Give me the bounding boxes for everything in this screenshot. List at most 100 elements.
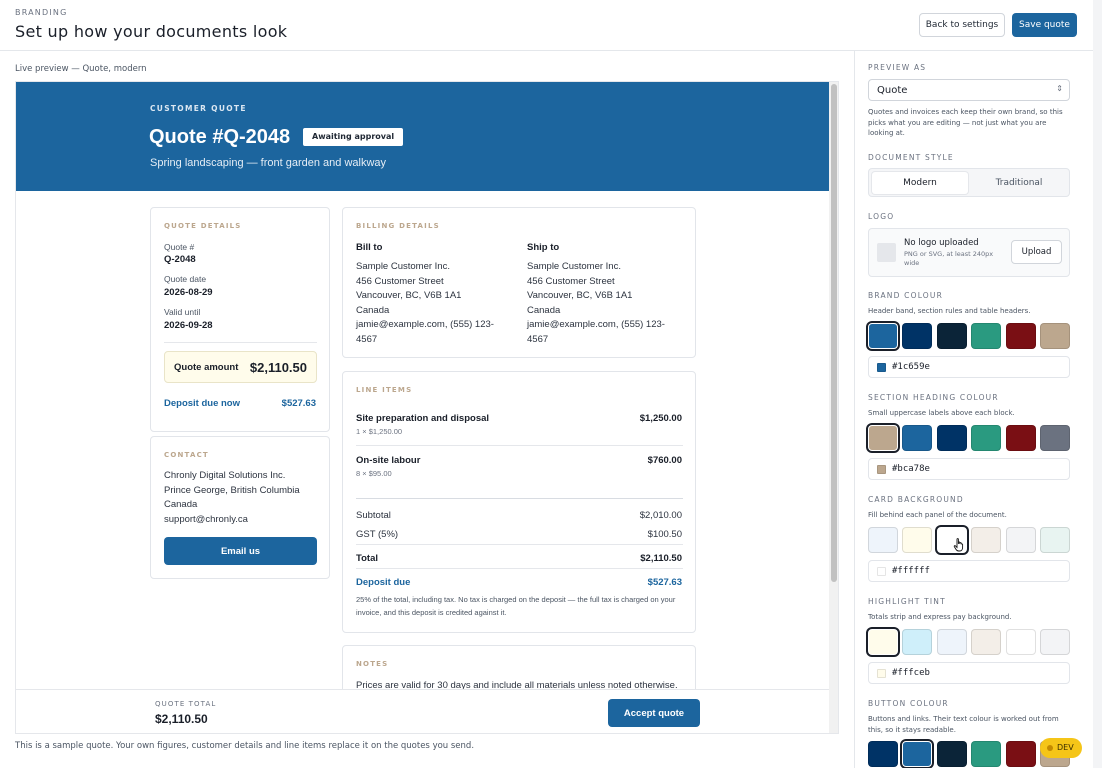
line-item-amount: $760.00 <box>647 455 682 466</box>
preview-as-heading: PREVIEW AS <box>868 63 927 72</box>
total-value: $2,110.50 <box>640 553 682 564</box>
logo-upload-box: No logo uploaded PNG or SVG, at least 24… <box>868 228 1070 277</box>
logo-status: No logo uploaded <box>904 238 979 248</box>
colour-swatch[interactable] <box>902 527 933 553</box>
settings-panel: PREVIEW AS Quote ⇕ Quotes and invoices e… <box>854 51 1093 768</box>
valid-until-value: 2026-09-28 <box>164 320 213 331</box>
card-background-hex-field[interactable]: #ffffff <box>868 560 1070 582</box>
total-label: Total <box>356 553 378 564</box>
quote-details-card: QUOTE DETAILS Quote # Q-2048 Quote date … <box>150 207 330 432</box>
colour-swatch[interactable] <box>1040 425 1070 451</box>
section-heading: BILLING DETAILS <box>356 222 440 230</box>
colour-chip <box>877 567 886 576</box>
colour-swatch[interactable] <box>971 741 1002 767</box>
colour-swatch[interactable] <box>1005 527 1036 553</box>
page-scrollbar[interactable] <box>1093 0 1102 768</box>
button-colour-help: Buttons and links. Their text colour is … <box>868 715 1059 734</box>
quote-number-value: Q-2048 <box>164 254 196 265</box>
preview-scrollbar-thumb[interactable] <box>831 84 837 582</box>
colour-swatch[interactable] <box>868 527 898 553</box>
colour-swatch[interactable] <box>936 629 967 655</box>
ship-to-line: 4567 <box>527 333 549 345</box>
line-item-detail: 1 × $1,250.00 <box>356 427 403 436</box>
colour-swatch[interactable] <box>1005 629 1036 655</box>
colour-swatch[interactable] <box>868 425 898 451</box>
preview-as-select[interactable]: Quote ⇕ <box>868 79 1070 101</box>
deposit-due-now-label: Deposit due now <box>164 398 240 409</box>
colour-swatch[interactable] <box>971 425 1002 451</box>
colour-swatch[interactable] <box>971 629 1002 655</box>
colour-swatch[interactable] <box>971 323 1002 349</box>
quote-document: CUSTOMER QUOTE Quote #Q-2048 Awaiting ap… <box>16 82 829 733</box>
dev-badge-label: DEV <box>1057 743 1074 752</box>
style-option-traditional[interactable]: Traditional <box>971 172 1067 194</box>
ship-to-line: jamie@example.com, (555) 123- <box>527 319 665 330</box>
accept-quote-button[interactable]: Accept quote <box>608 699 700 727</box>
breadcrumb: BRANDING <box>15 8 68 17</box>
colour-swatch[interactable] <box>868 629 898 655</box>
divider <box>356 544 683 545</box>
dev-badge[interactable]: DEV <box>1040 738 1082 758</box>
brand-colour-help: Header band, section rules and table hea… <box>868 307 1031 315</box>
document-kicker: CUSTOMER QUOTE <box>150 104 247 113</box>
colour-swatch[interactable] <box>1005 323 1036 349</box>
highlight-tint-hex-field[interactable]: #fffceb <box>868 662 1070 684</box>
colour-swatch[interactable] <box>1040 323 1070 349</box>
colour-swatch[interactable] <box>936 323 967 349</box>
quote-number-label: Quote # <box>164 242 195 252</box>
quote-amount-value: $2,110.50 <box>249 360 307 375</box>
quote-date-label: Quote date <box>164 274 207 284</box>
line-item-name: Site preparation and disposal <box>356 413 490 424</box>
email-us-button[interactable]: Email us <box>164 537 317 565</box>
ship-to-line: Canada <box>527 304 561 316</box>
bill-to-label: Bill to <box>356 242 383 253</box>
ship-to-line: Vancouver, BC, V6B 1A1 <box>527 290 633 301</box>
colour-chip <box>877 465 886 474</box>
contact-region: Prince George, British Columbia <box>164 484 300 496</box>
dev-dot-icon <box>1047 745 1053 751</box>
brand-colour-hex-field[interactable]: #1c659e <box>868 356 1070 378</box>
colour-swatch[interactable] <box>902 323 933 349</box>
colour-swatch[interactable] <box>1040 527 1070 553</box>
section-heading: NOTES <box>356 660 389 668</box>
colour-swatch[interactable] <box>936 425 967 451</box>
line-item-detail: 8 × $95.00 <box>356 469 392 478</box>
colour-swatch[interactable] <box>868 323 898 349</box>
colour-swatch[interactable] <box>902 629 933 655</box>
contact-country: Canada <box>164 499 198 510</box>
subtotal-label: Subtotal <box>356 510 391 521</box>
bill-to-line: jamie@example.com, (555) 123- <box>356 319 494 330</box>
section-heading: QUOTE DETAILS <box>164 222 242 230</box>
hex-value: #bca78e <box>892 464 930 474</box>
quote-total-bar: QUOTE TOTAL $2,110.50 Accept quote <box>16 689 829 733</box>
tax-label: GST (5%) <box>356 529 399 540</box>
ship-to-line: Sample Customer Inc. <box>527 261 621 272</box>
colour-swatch[interactable] <box>1005 425 1036 451</box>
colour-swatch[interactable] <box>902 741 933 767</box>
ship-to-line: 456 Customer Street <box>527 275 615 287</box>
divider <box>356 445 683 446</box>
colour-chip <box>877 363 886 372</box>
bill-to-line: Canada <box>356 304 390 316</box>
colour-swatch[interactable] <box>936 741 967 767</box>
document-style-toggle: Modern Traditional <box>868 168 1070 197</box>
style-option-modern[interactable]: Modern <box>872 172 968 194</box>
save-quote-button[interactable]: Save quote <box>1012 13 1077 37</box>
colour-swatch[interactable] <box>971 527 1002 553</box>
section-heading: LINE ITEMS <box>356 386 413 394</box>
tax-value: $100.50 <box>647 529 682 540</box>
header-band: CUSTOMER QUOTE Quote #Q-2048 Awaiting ap… <box>16 82 829 191</box>
colour-swatch[interactable] <box>1040 629 1070 655</box>
colour-swatch[interactable] <box>1005 741 1036 767</box>
brand-colour-heading: BRAND COLOUR <box>868 291 944 300</box>
quote-date-value: 2026-08-29 <box>164 287 213 298</box>
section-heading-colour-hex-field[interactable]: #bca78e <box>868 458 1070 480</box>
highlight-tint-heading: HIGHLIGHT TINT <box>868 597 946 606</box>
upload-button[interactable]: Upload <box>1011 240 1062 264</box>
colour-swatch[interactable] <box>868 741 898 767</box>
line-item-amount: $1,250.00 <box>639 413 682 424</box>
back-to-settings-button[interactable]: Back to settings <box>919 13 1005 37</box>
colour-swatch[interactable] <box>902 425 933 451</box>
line-item-name: On-site labour <box>356 455 421 466</box>
card-background-help: Fill behind each panel of the document. <box>868 511 1007 519</box>
